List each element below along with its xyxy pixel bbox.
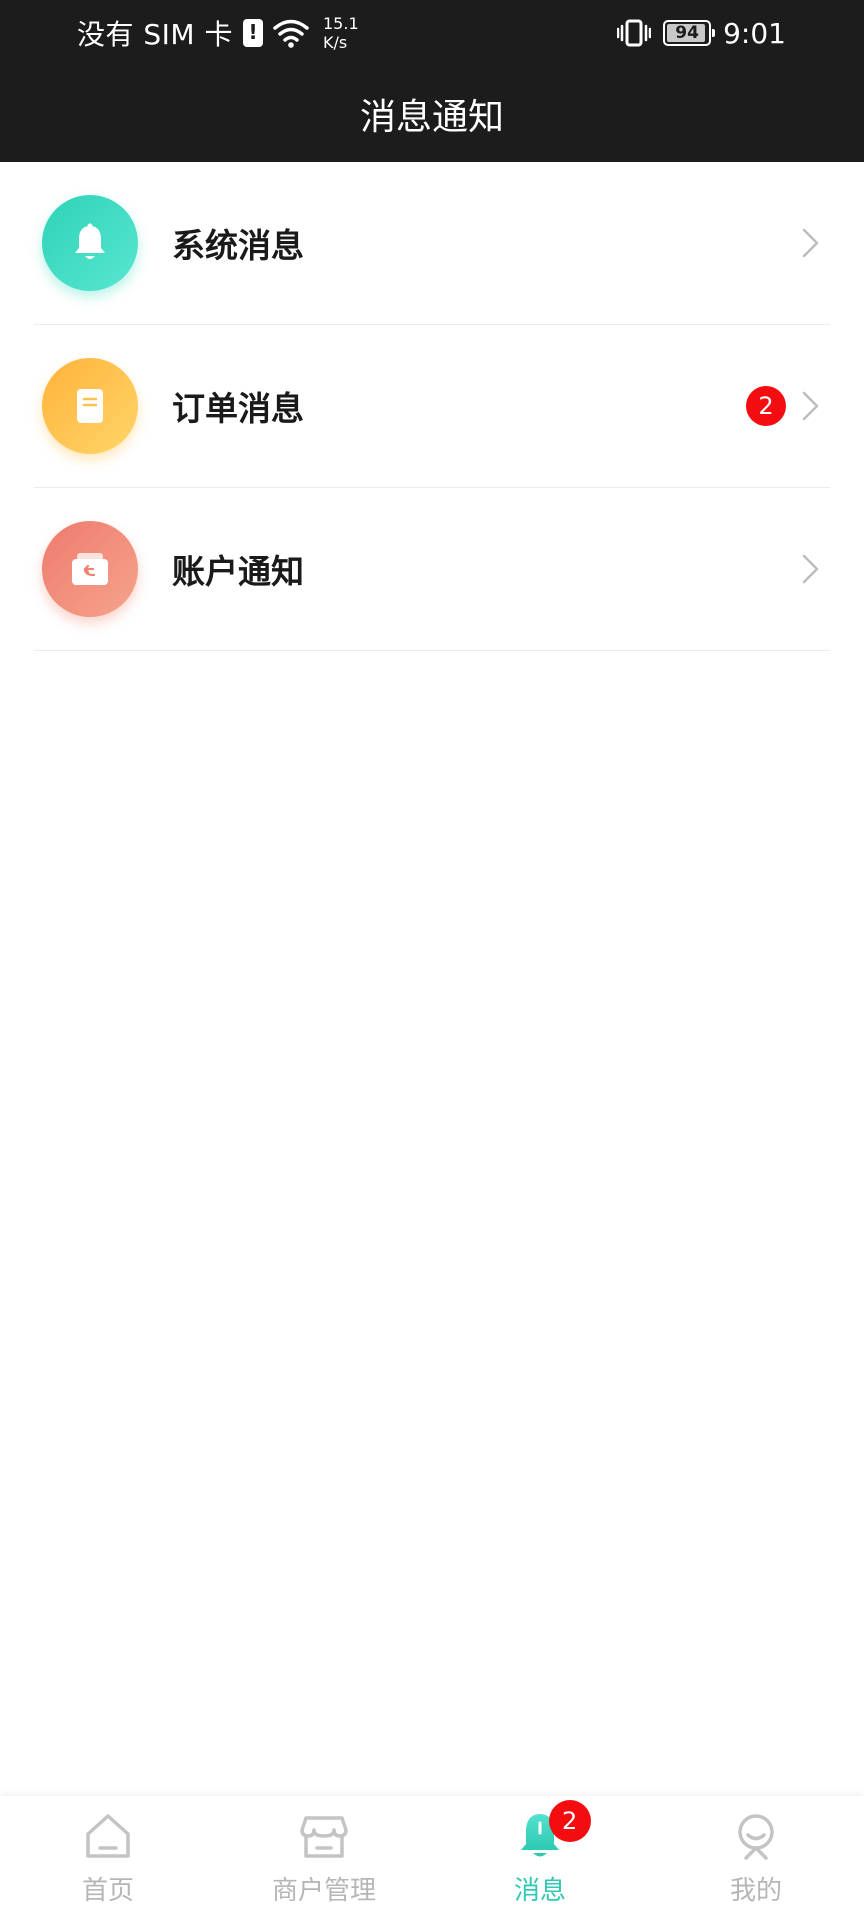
tab-label: 商户管理: [271, 1876, 376, 1906]
system-message-icon-circle: [42, 195, 138, 291]
message-item-system[interactable]: 系统消息: [34, 162, 830, 325]
message-item-order[interactable]: 订单消息 2: [34, 325, 830, 488]
tab-label: 消息: [513, 1876, 566, 1906]
account-wallet-icon: [72, 553, 108, 585]
order-message-icon-circle: [42, 358, 138, 454]
tab-messages[interactable]: 2 消息: [432, 1796, 648, 1920]
battery-level: 94: [675, 23, 699, 43]
message-item-label: 账户通知: [172, 552, 304, 591]
status-right: 94 9:01: [617, 12, 786, 54]
tab-profile[interactable]: 我的: [648, 1796, 864, 1920]
message-item-label: 系统消息: [172, 226, 304, 265]
bottom-tab-bar: 首页 商户管理 2 消息 我的: [0, 1796, 864, 1920]
carrier-text: 没有 SIM 卡: [77, 18, 233, 51]
sim-alert-icon: [243, 19, 263, 47]
status-left: 没有 SIM 卡 15.1 K/s: [77, 12, 359, 54]
message-item-right: 2: [746, 325, 822, 487]
page-title: 消息通知: [359, 97, 504, 138]
account-message-icon-circle: [42, 521, 138, 617]
wifi-icon: [273, 19, 309, 48]
message-item-account[interactable]: 账户通知: [34, 488, 830, 651]
store-icon: [300, 1816, 348, 1858]
home-icon: [86, 1814, 130, 1858]
order-document-icon: [77, 389, 103, 423]
clock: 9:01: [723, 16, 786, 50]
network-speed-unit: K/s: [323, 33, 348, 52]
bell-icon: [75, 223, 105, 259]
page-header: 消息通知: [0, 66, 864, 162]
message-item-label: 订单消息: [172, 389, 304, 428]
chevron-right-icon: [802, 391, 819, 421]
message-item-right: [800, 162, 822, 324]
status-bar: 没有 SIM 卡 15.1 K/s 94 9:01: [0, 0, 864, 66]
chevron-right-icon: [802, 554, 819, 584]
message-item-right: [800, 488, 822, 650]
profile-icon: [738, 1814, 774, 1860]
chevron-right-icon: [802, 228, 819, 258]
battery-icon: 94: [663, 20, 716, 46]
unread-badge: 2: [746, 386, 786, 426]
network-speed: 15.1 K/s: [323, 14, 359, 52]
message-list: 系统消息 订单消息 2 账户通知: [0, 162, 864, 651]
tab-home[interactable]: 首页: [0, 1796, 216, 1920]
tab-label: 首页: [81, 1876, 134, 1906]
vibrate-icon: [617, 19, 652, 47]
network-speed-value: 15.1: [323, 14, 359, 33]
tab-label: 我的: [729, 1876, 782, 1906]
tab-merchant-management[interactable]: 商户管理: [216, 1796, 432, 1920]
tab-unread-badge: 2: [548, 1800, 591, 1842]
